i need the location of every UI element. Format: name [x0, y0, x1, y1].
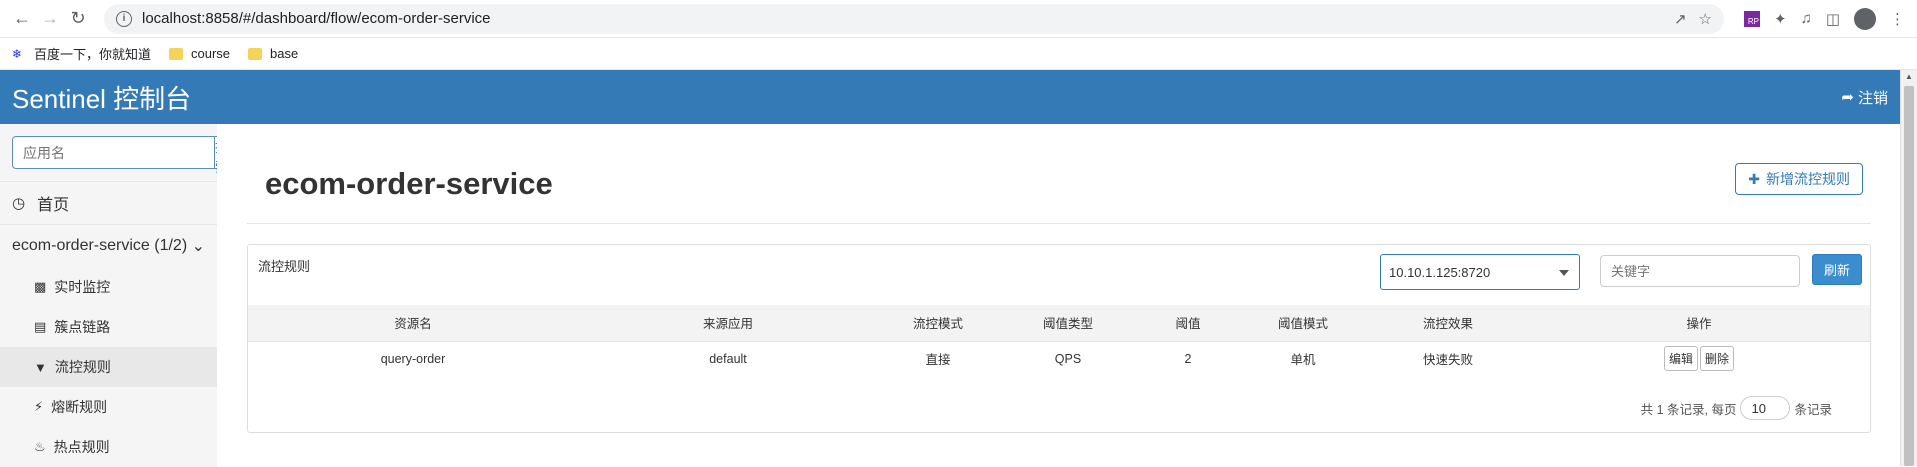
- puzzle-icon[interactable]: ✦: [1774, 10, 1787, 28]
- panel-title: 流控规则: [258, 259, 311, 274]
- cell-cluster-mode: 单机: [1290, 353, 1316, 368]
- browser-toolbar: ← → ↻ i localhost:8858/#/dashboard/flow/…: [0, 0, 1917, 38]
- sidebar-item-label: 热点规则: [53, 439, 110, 455]
- profile-avatar[interactable]: [1854, 7, 1877, 30]
- sidebar-item-label: 实时监控: [54, 279, 111, 295]
- flow-rules-table: 资源名 来源应用 流控模式 阈值类型 阈值 阈值模式 流控效果 操作 query…: [248, 305, 1870, 376]
- caret-down-icon: [1559, 270, 1569, 276]
- sidebar-item-realtime-monitor[interactable]: ▩ 实时监控: [0, 267, 217, 307]
- pager-suffix: 条记录: [1794, 402, 1832, 417]
- bar-chart-icon: ▩: [34, 279, 47, 294]
- bookmark-label: 百度一下，你就知道: [34, 47, 152, 62]
- sidebar-app-label: ecom-order-service (1/2): [12, 237, 188, 254]
- cell-grade: QPS: [1054, 351, 1082, 366]
- delete-button[interactable]: 删除: [1700, 346, 1735, 372]
- cell-strategy: 直接: [925, 353, 951, 368]
- rp-extension-icon[interactable]: RP: [1744, 10, 1760, 27]
- column-header: 资源名: [394, 317, 432, 332]
- column-header: 阈值类型: [1042, 317, 1093, 332]
- sidebar-item-label: 熔断规则: [51, 399, 108, 415]
- cell-actions: 编辑 删除: [1528, 341, 1870, 376]
- app-title: Sentinel 控制台: [12, 83, 192, 114]
- logout-icon: ➦: [1841, 89, 1854, 106]
- filter-icon: ▼: [34, 359, 47, 375]
- sidebar-item-hotspot-rules[interactable]: ♨ 热点规则: [0, 427, 217, 467]
- fire-icon: ♨: [34, 439, 46, 454]
- table-header-row: 资源名 来源应用 流控模式 阈值类型 阈值 阈值模式 流控效果 操作: [248, 305, 1870, 341]
- back-icon[interactable]: ←: [8, 5, 36, 33]
- sidebar-item-degrade-rules[interactable]: ⚡ 熔断规则: [0, 387, 217, 427]
- baidu-icon: ❄: [12, 46, 23, 61]
- folder-icon: [248, 47, 263, 60]
- bookmarks-bar: ❄ 百度一下，你就知道 course base: [0, 38, 1917, 70]
- cell-resource: query-order: [380, 351, 446, 366]
- sidebar-item-home[interactable]: ◷ 首页: [0, 181, 217, 224]
- scroll-up-icon[interactable]: ▲: [1905, 72, 1913, 81]
- pagination: 共 1 条记录, 每页 10 条记录: [1641, 396, 1832, 420]
- flow-rules-panel: 流控规则 10.10.1.125:8720 刷新 资源名 来源应用 流控模式 阈…: [247, 244, 1871, 433]
- bookmark-label: course: [191, 46, 231, 61]
- sidepanel-icon[interactable]: ◫: [1826, 10, 1840, 28]
- reload-icon[interactable]: ↻: [64, 5, 92, 33]
- machine-select[interactable]: 10.10.1.125:8720: [1380, 254, 1580, 290]
- bookmark-course[interactable]: course: [169, 46, 230, 61]
- page-title: ecom-order-service: [265, 166, 553, 201]
- media-icon[interactable]: ♫: [1801, 10, 1812, 27]
- menu-icon[interactable]: ⋮: [1890, 10, 1905, 28]
- refresh-button[interactable]: 刷新: [1812, 254, 1862, 285]
- url-text: localhost:8858/#/dashboard/flow/ecom-ord…: [142, 10, 491, 27]
- app-search: 搜索: [12, 136, 230, 175]
- share-icon[interactable]: ↗: [1674, 10, 1687, 28]
- sidebar-item-cluster-link[interactable]: ▤ 簇点链路: [0, 307, 217, 347]
- logout-label: 注销: [1857, 89, 1888, 107]
- sidebar-item-label: 簇点链路: [54, 319, 111, 335]
- add-flow-rule-label: 新增流控规则: [1766, 171, 1850, 187]
- scrollbar-thumb[interactable]: [1904, 86, 1914, 466]
- keyword-input[interactable]: [1600, 255, 1800, 287]
- sidebar: 搜索 ◷ 首页 ecom-order-service (1/2) ⌄ ▩ 实时监…: [0, 124, 230, 467]
- edit-button[interactable]: 编辑: [1663, 346, 1698, 372]
- column-header: 阈值: [1175, 317, 1201, 332]
- chevron-down-icon: ⌄: [191, 238, 205, 255]
- machine-select-value: 10.10.1.125:8720: [1389, 264, 1491, 280]
- add-flow-rule-button[interactable]: ✚ 新增流控规则: [1735, 163, 1863, 195]
- sidebar-item-flow-rules[interactable]: ▼ 流控规则: [0, 347, 217, 387]
- pager-prefix: 共 1 条记录, 每页: [1640, 402, 1737, 417]
- dashboard-icon: ◷: [12, 195, 26, 212]
- address-bar[interactable]: i localhost:8858/#/dashboard/flow/ecom-o…: [104, 3, 1724, 34]
- logout-link[interactable]: ➦ 注销: [1841, 87, 1888, 108]
- star-icon[interactable]: ☆: [1699, 10, 1712, 28]
- column-header: 流控模式: [912, 317, 963, 332]
- app-search-input[interactable]: [12, 136, 215, 169]
- cell-control-behavior: 快速失败: [1422, 353, 1473, 368]
- bookmark-base[interactable]: base: [248, 46, 298, 61]
- column-header: 操作: [1686, 317, 1712, 332]
- page-size-input[interactable]: 10: [1740, 396, 1791, 420]
- info-icon[interactable]: i: [116, 10, 132, 27]
- sidebar-app-ecom-order-service[interactable]: ecom-order-service (1/2) ⌄: [0, 224, 217, 267]
- folder-icon: [169, 47, 184, 60]
- app-header: Sentinel 控制台 ➦ 注销: [0, 70, 1900, 124]
- table-row: query-order default 直接 QPS 2 单机 快速失败 编辑删…: [248, 341, 1870, 376]
- page-scrollbar[interactable]: ▲: [1900, 70, 1917, 466]
- main-content: ecom-order-service ✚ 新增流控规则 流控规则 10.10.1…: [217, 124, 1900, 466]
- column-header: 阈值模式: [1277, 317, 1328, 332]
- sidebar-item-label: 流控规则: [54, 359, 111, 375]
- page-header: ecom-order-service ✚ 新增流控规则: [247, 124, 1871, 224]
- forward-icon[interactable]: →: [36, 5, 64, 33]
- list-icon: ▤: [34, 319, 47, 334]
- bookmark-baidu[interactable]: ❄ 百度一下，你就知道: [12, 44, 151, 63]
- plus-icon: ✚: [1748, 170, 1760, 187]
- column-header: 流控效果: [1422, 317, 1473, 332]
- cell-limit-app: default: [709, 351, 747, 366]
- cell-count: 2: [1184, 351, 1192, 366]
- column-header: 来源应用: [702, 317, 753, 332]
- sidebar-item-label: 首页: [37, 197, 70, 214]
- bookmark-label: base: [270, 46, 299, 61]
- bolt-icon: ⚡: [34, 399, 44, 414]
